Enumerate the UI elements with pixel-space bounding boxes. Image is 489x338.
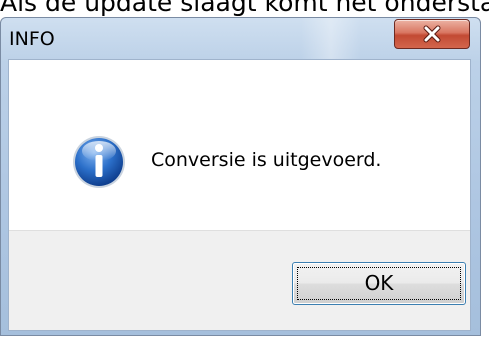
close-button[interactable] (394, 19, 470, 49)
info-icon (73, 136, 125, 188)
page: Als de update slaagt komt het onderstaan… (0, 0, 489, 338)
dialog-window: INFO Conversie is uitgevoerd. OK (0, 17, 481, 336)
title-bar[interactable]: INFO (1, 18, 480, 58)
close-icon (423, 25, 441, 43)
ok-button-label: OK (364, 271, 394, 295)
message-area: Conversie is uitgevoerd. (9, 60, 470, 230)
button-area: OK (9, 230, 470, 330)
dialog-body: Conversie is uitgevoerd. OK (8, 59, 471, 331)
caption-text: Als de update slaagt komt het onderstaan… (0, 0, 489, 17)
dialog-title: INFO (9, 28, 55, 50)
message-text: Conversie is uitgevoerd. (151, 149, 382, 171)
ok-button[interactable]: OK (292, 262, 466, 305)
